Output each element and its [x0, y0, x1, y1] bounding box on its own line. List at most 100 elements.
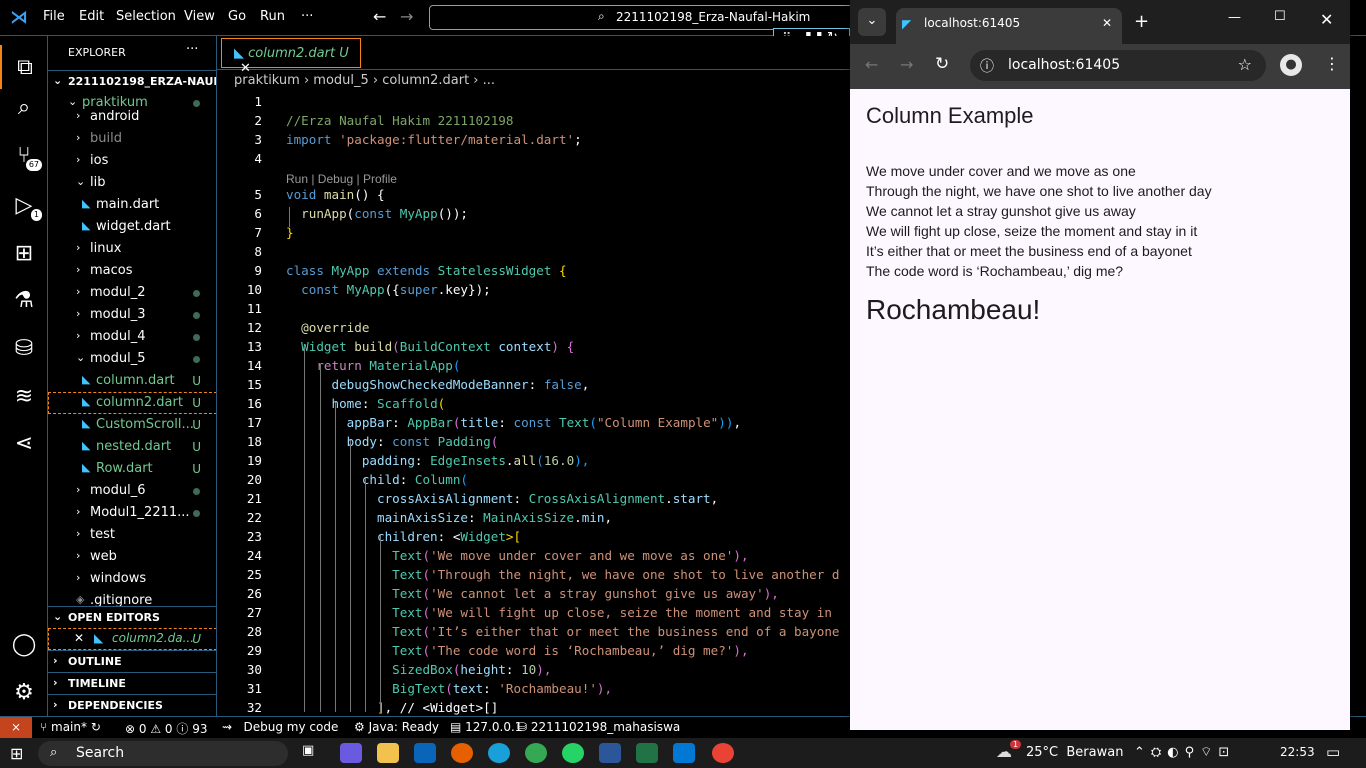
back-icon[interactable]: ← — [865, 55, 878, 74]
explorer-more-icon[interactable]: ··· — [186, 42, 198, 57]
chrome-active-icon[interactable] — [712, 743, 734, 763]
edge-icon[interactable] — [488, 743, 510, 763]
vscode-taskbar-icon[interactable] — [673, 743, 695, 763]
tab-column2-dart[interactable]: ◣ column2.dart U ✕ — [221, 38, 361, 76]
whatsapp-icon[interactable] — [562, 743, 584, 763]
code-editor[interactable]: 1 2//Erza Naufal Hakim 2211102198 3 import … — [217, 92, 850, 716]
windows-start-icon[interactable]: ⊞ — [10, 744, 23, 763]
sidebar-item[interactable]: ◣ column.dart U — [48, 370, 216, 392]
code-line[interactable]: child: Column( — [286, 472, 468, 487]
minimize-icon[interactable]: — — [1228, 10, 1241, 25]
code-line[interactable]: //Erza Naufal Hakim 2211102198 — [286, 113, 513, 128]
code-line[interactable]: class MyApp extends StatelessWidget { — [286, 263, 567, 278]
forward-arrow-icon[interactable]: → — [400, 7, 413, 26]
code-line[interactable]: Text('We cannot let a stray gunshot give… — [286, 586, 779, 601]
clock[interactable]: 22:53 — [1280, 745, 1315, 759]
debug-status[interactable]: ⇝ Debug my code — [222, 720, 338, 734]
search-icon[interactable]: ⌕ — [10, 93, 38, 121]
flutter-icon[interactable]: ⋖ — [10, 429, 38, 457]
browser-menu-icon[interactable]: ⋮ — [1324, 54, 1340, 73]
code-line[interactable]: body: const Padding( — [286, 434, 499, 449]
task-view-icon[interactable]: ▣ — [302, 743, 324, 763]
close-icon[interactable]: ✕ — [1102, 16, 1112, 30]
code-line[interactable]: Text('Through the night, we have one sho… — [286, 567, 839, 582]
explorer-icon[interactable]: ⧉ — [0, 45, 48, 89]
open-editors-section[interactable]: ⌄ OPEN EDITORS — [48, 606, 216, 628]
code-line[interactable]: return MaterialApp( — [286, 358, 460, 373]
workspace-root[interactable]: ⌄ 2211102198_ERZA-NAUFA... — [48, 70, 216, 92]
codelens-run-debug-profile[interactable]: Run | Debug | Profile — [286, 172, 397, 186]
code-line[interactable]: children: <Widget>[ — [286, 529, 521, 544]
sidebar-item[interactable]: › test — [48, 524, 216, 546]
sidebar-item[interactable]: ◣ CustomScroll... U — [48, 414, 216, 436]
branch-status[interactable]: ⑂ main* ↻ — [40, 720, 101, 734]
code-line[interactable]: Text('It’s either that or meet the busin… — [286, 624, 839, 639]
sidebar-item[interactable]: › windows — [48, 568, 216, 590]
testing-flask-icon[interactable]: ⚗ — [10, 286, 38, 314]
sidebar-item[interactable]: › modul_4 — [48, 326, 216, 348]
tray-icons[interactable]: ⌃⛭◐⚲⌔⊡ — [1134, 744, 1235, 760]
sidebar-item[interactable]: ◣ column2.dart U — [48, 392, 216, 414]
firefox-icon[interactable] — [451, 743, 473, 763]
close-window-icon[interactable]: ✕ — [1320, 10, 1333, 29]
code-line[interactable]: } — [286, 225, 294, 240]
sidebar-item[interactable]: › modul_6 — [48, 480, 216, 502]
sidebar-item[interactable]: › ios — [48, 150, 216, 172]
dependencies-section[interactable]: › DEPENDENCIES — [48, 694, 216, 716]
profile-avatar-icon[interactable]: ● — [1280, 54, 1302, 76]
code-line[interactable]: runApp(const MyApp()); — [286, 206, 468, 221]
maximize-icon[interactable]: ☐ — [1274, 9, 1286, 24]
sidebar-item[interactable]: › linux — [48, 238, 216, 260]
extensions-icon[interactable]: ⊞ — [10, 239, 38, 267]
code-line[interactable]: ], // <Widget>[] — [286, 700, 498, 715]
file-explorer-icon[interactable] — [377, 743, 399, 763]
forward-icon[interactable]: → — [900, 55, 913, 74]
new-tab-icon[interactable]: + — [1134, 11, 1149, 32]
code-line[interactable]: SizedBox(height: 10), — [286, 662, 551, 677]
run-debug-icon[interactable]: ▷ 1 — [10, 191, 42, 221]
excel-icon[interactable] — [636, 743, 658, 763]
chrome-icon[interactable] — [525, 743, 547, 763]
sidebar-item[interactable]: ◣ Row.dart U — [48, 458, 216, 480]
close-icon[interactable]: ✕ — [74, 631, 84, 645]
open-editor-column2[interactable]: ✕ ◣ column2.da... U — [48, 628, 216, 650]
code-line[interactable]: @override — [286, 320, 369, 335]
source-control-icon[interactable]: ⑂ 67 — [10, 141, 42, 171]
sidebar-item[interactable]: ⌄ modul_5 — [48, 348, 216, 370]
code-line[interactable]: appBar: AppBar(title: const Text("Column… — [286, 415, 741, 430]
db-status[interactable]: ⛁ 2211102198_mahasiswa — [517, 720, 680, 734]
taskbar-search[interactable]: ⌕ Search — [38, 741, 288, 766]
browser-tab[interactable]: ◤ localhost:61405 ✕ — [896, 8, 1122, 44]
breadcrumb[interactable]: praktikum › modul_5 › column2.dart › ... — [217, 70, 850, 92]
bookmark-star-icon[interactable]: ☆ — [1238, 55, 1252, 74]
tab-search-chevron-icon[interactable]: ⌄ — [858, 8, 886, 36]
menu-go[interactable]: Go — [228, 9, 246, 24]
notification-icon[interactable]: ▭ — [1326, 743, 1340, 761]
sidebar-item[interactable]: › android — [48, 106, 216, 128]
code-line[interactable]: void main() { — [286, 187, 385, 202]
sidebar-item[interactable]: ⌄ lib — [48, 172, 216, 194]
host-status[interactable]: ▤ 127.0.0.1 — [450, 720, 522, 734]
sidebar-item[interactable]: ◣ main.dart — [48, 194, 216, 216]
outlook-icon[interactable] — [414, 743, 436, 763]
sidebar-item[interactable]: › Modul1_2211... — [48, 502, 216, 524]
menu-run[interactable]: Run — [260, 9, 285, 24]
code-line[interactable]: home: Scaffold( — [286, 396, 445, 411]
sidebar-item[interactable]: ◣ widget.dart — [48, 216, 216, 238]
sidebar-item[interactable]: › web — [48, 546, 216, 568]
code-line[interactable]: debugShowCheckedModeBanner: false, — [286, 377, 589, 392]
menu-file[interactable]: File — [43, 9, 65, 24]
sidebar-item[interactable]: › modul_2 — [48, 282, 216, 304]
manage-gear-icon[interactable]: ⚙ — [10, 678, 38, 706]
menu-more[interactable]: ··· — [301, 9, 313, 24]
code-line[interactable]: padding: EdgeInsets.all(16.0), — [286, 453, 590, 468]
sidebar-item[interactable]: › build — [48, 128, 216, 150]
menu-selection[interactable]: Selection — [116, 9, 176, 24]
outline-section[interactable]: › OUTLINE — [48, 650, 216, 672]
menu-edit[interactable]: Edit — [79, 9, 104, 24]
sidebar-item[interactable]: ◣ nested.dart U — [48, 436, 216, 458]
back-arrow-icon[interactable]: ← — [373, 7, 386, 26]
database-icon[interactable]: ⛁ — [10, 334, 38, 362]
account-icon[interactable]: ◯ — [10, 630, 38, 658]
code-line[interactable]: Text('We will fight up close, seize the … — [286, 605, 840, 620]
